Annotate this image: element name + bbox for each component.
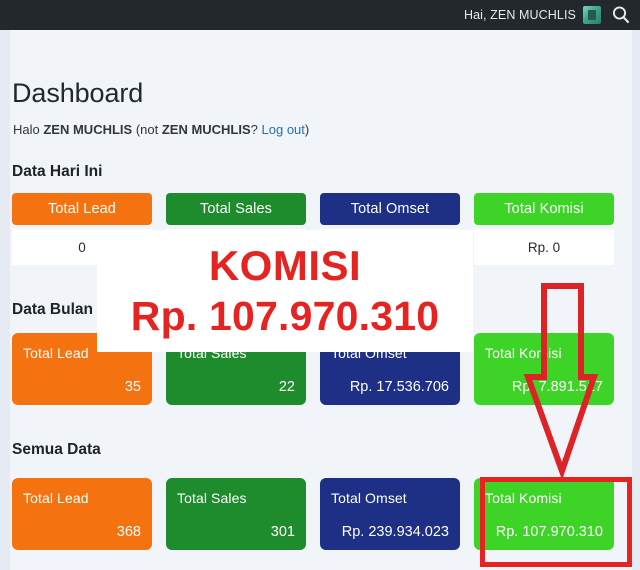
- admin-bar: Hai, ZEN MUCHLIS: [0, 0, 640, 30]
- card-label: Total Lead: [23, 345, 89, 361]
- logout-link[interactable]: Log out: [262, 122, 305, 137]
- komisi-callout-amount: Rp. 107.970.310: [130, 293, 440, 339]
- card-value: 35: [124, 379, 141, 395]
- greeting-suffix: ): [304, 122, 310, 137]
- card-label: Total Lead: [23, 490, 89, 506]
- card-value: Rp. 17.536.706: [349, 379, 449, 395]
- search-icon[interactable]: [610, 4, 632, 26]
- card-label: Total Komisi: [485, 490, 562, 506]
- section-heading-all: Semua Data: [12, 441, 101, 458]
- card-all-total-lead[interactable]: Total Lead 368: [12, 478, 152, 550]
- greeting-middle: (not: [132, 122, 162, 137]
- card-value: Rp. 239.934.023: [341, 524, 449, 540]
- greeting-username: ZEN MUCHLIS: [43, 122, 133, 137]
- card-header: Total Omset: [320, 193, 460, 225]
- page-title: Dashboard: [12, 78, 144, 108]
- card-value: Rp. 0: [474, 229, 614, 265]
- user-greeting-line: Halo ZEN MUCHLIS (not ZEN MUCHLIS? Log o…: [13, 122, 309, 137]
- card-header: Total Lead: [12, 193, 152, 225]
- section-heading-month: Data Bulan: [12, 301, 93, 318]
- card-label: Total Komisi: [485, 345, 562, 361]
- right-rail: [632, 30, 640, 570]
- komisi-callout-heading: KOMISI: [208, 242, 362, 289]
- card-header: Total Sales: [166, 193, 306, 225]
- greeting-prefix: Halo: [13, 122, 44, 137]
- card-value: 368: [116, 524, 141, 540]
- card-value: 22: [278, 379, 295, 395]
- komisi-callout-overlay: KOMISI Rp. 107.970.310: [97, 230, 473, 352]
- card-value: Rp. 7.891.517: [511, 379, 603, 395]
- card-month-total-komisi[interactable]: Total Komisi Rp. 7.891.517: [474, 333, 614, 405]
- user-avatar-icon[interactable]: [583, 6, 601, 24]
- card-all-total-komisi[interactable]: Total Komisi Rp. 107.970.310: [474, 478, 614, 550]
- card-label: Total Omset: [331, 490, 407, 506]
- greeting-username-alt: ZEN MUCHLIS: [161, 122, 251, 137]
- dashboard-page: Hai, ZEN MUCHLIS Dashboard Halo ZEN MUCH…: [0, 0, 640, 570]
- left-rail: [0, 30, 10, 570]
- greeting-label[interactable]: Hai, ZEN MUCHLIS: [464, 8, 576, 22]
- all-cards-row: Total Lead 368 Total Sales 301 Total Oms…: [12, 478, 626, 550]
- card-all-total-omset[interactable]: Total Omset Rp. 239.934.023: [320, 478, 460, 550]
- card-label: Total Sales: [177, 490, 247, 506]
- card-today-total-komisi[interactable]: Total Komisi Rp. 0: [474, 193, 614, 265]
- card-all-total-sales[interactable]: Total Sales 301: [166, 478, 306, 550]
- section-heading-today: Data Hari Ini: [12, 163, 103, 180]
- card-value: Rp. 107.970.310: [495, 524, 603, 540]
- greeting-question: ?: [250, 122, 262, 137]
- card-value: 301: [270, 524, 295, 540]
- card-header: Total Komisi: [474, 193, 614, 225]
